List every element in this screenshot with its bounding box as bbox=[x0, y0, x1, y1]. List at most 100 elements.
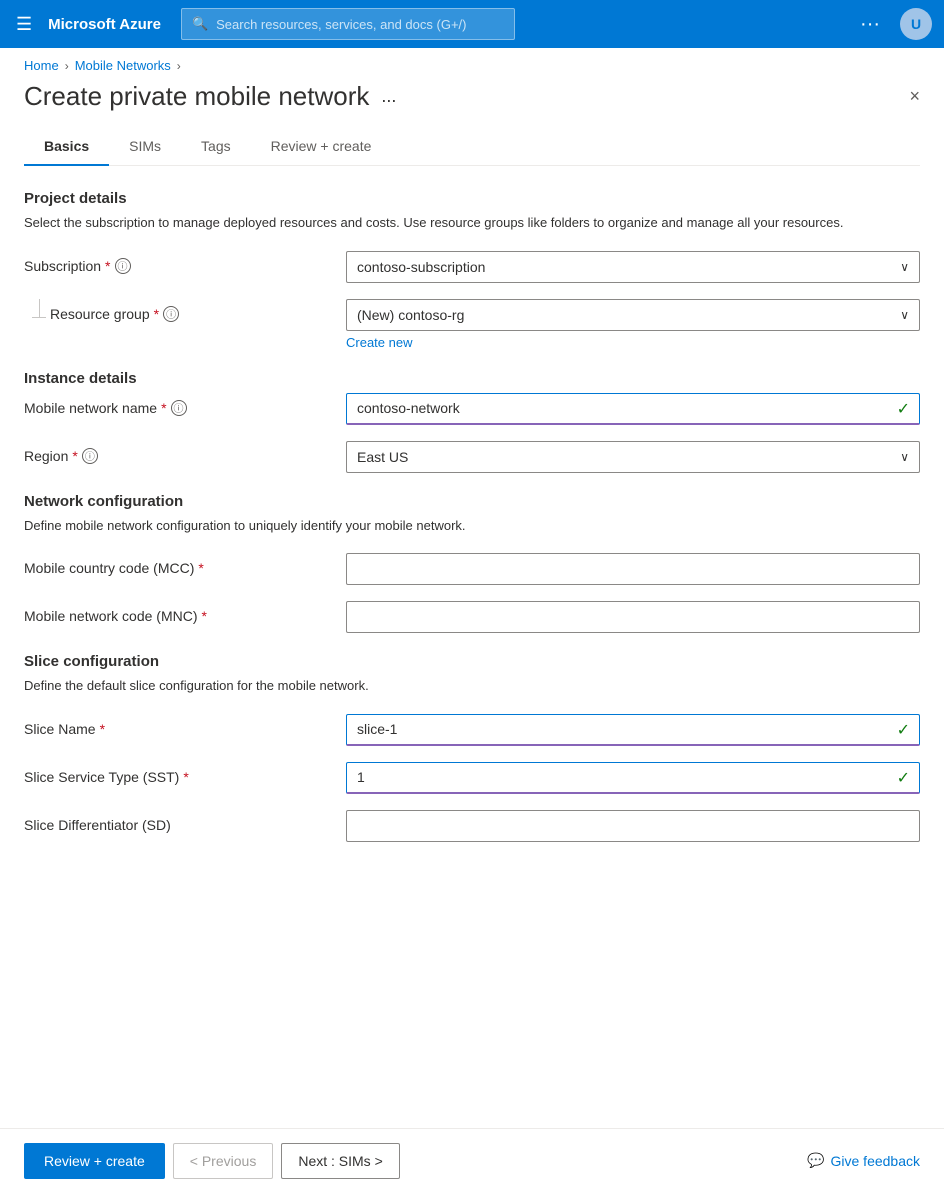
mnc-label-col: Mobile network code (MNC) * bbox=[24, 601, 334, 624]
mcc-label-col: Mobile country code (MCC) * bbox=[24, 553, 334, 576]
mcc-control bbox=[346, 553, 920, 585]
region-dropdown-value: East US bbox=[357, 449, 408, 465]
mnc-required: * bbox=[202, 608, 207, 624]
network-name-input-wrapper: ✓ bbox=[346, 393, 920, 425]
user-avatar[interactable]: U bbox=[900, 8, 932, 40]
region-label: Region bbox=[24, 448, 68, 464]
subscription-label: Subscription bbox=[24, 258, 101, 274]
top-nav: ☰ Microsoft Azure 🔍 ··· U bbox=[0, 0, 944, 48]
previous-button[interactable]: < Previous bbox=[173, 1143, 274, 1179]
slice-name-input-wrapper: ✓ bbox=[346, 714, 920, 746]
slice-config-desc: Define the default slice configuration f… bbox=[24, 676, 920, 696]
page-title: Create private mobile network bbox=[24, 81, 369, 112]
search-input[interactable] bbox=[216, 17, 504, 32]
sd-label-col: Slice Differentiator (SD) bbox=[24, 810, 334, 833]
instance-details-section: Instance details Mobile network name * ⓘ… bbox=[24, 370, 920, 473]
network-config-heading: Network configuration bbox=[24, 493, 920, 510]
network-name-input[interactable] bbox=[346, 393, 920, 425]
network-name-info-icon[interactable]: ⓘ bbox=[171, 400, 187, 416]
slice-name-label-col: Slice Name * bbox=[24, 714, 334, 737]
review-create-button[interactable]: Review + create bbox=[24, 1143, 165, 1179]
network-name-required: * bbox=[161, 400, 166, 416]
resource-group-row: Resource group * ⓘ (New) contoso-rg ∨ Cr… bbox=[24, 299, 920, 350]
sst-required: * bbox=[183, 769, 188, 785]
feedback-label: Give feedback bbox=[831, 1153, 921, 1169]
tab-review-create[interactable]: Review + create bbox=[251, 128, 392, 166]
slice-config-heading: Slice configuration bbox=[24, 653, 920, 670]
network-name-row: Mobile network name * ⓘ ✓ bbox=[24, 393, 920, 425]
create-new-link[interactable]: Create new bbox=[346, 335, 412, 350]
region-dropdown[interactable]: East US ∨ bbox=[346, 441, 920, 473]
region-row: Region * ⓘ East US ∨ bbox=[24, 441, 920, 473]
mcc-row: Mobile country code (MCC) * bbox=[24, 553, 920, 585]
project-details-section: Project details Select the subscription … bbox=[24, 190, 920, 350]
slice-name-control: ✓ bbox=[346, 714, 920, 746]
mcc-label: Mobile country code (MCC) bbox=[24, 560, 194, 576]
slice-name-input[interactable] bbox=[346, 714, 920, 746]
sst-label: Slice Service Type (SST) bbox=[24, 769, 179, 785]
subscription-dropdown-value: contoso-subscription bbox=[357, 259, 485, 275]
network-name-control: ✓ bbox=[346, 393, 920, 425]
resource-group-info-icon[interactable]: ⓘ bbox=[163, 306, 179, 322]
network-name-label: Mobile network name bbox=[24, 400, 157, 416]
breadcrumb-sep-1: › bbox=[65, 59, 69, 73]
resource-group-dropdown[interactable]: (New) contoso-rg ∨ bbox=[346, 299, 920, 331]
sst-label-col: Slice Service Type (SST) * bbox=[24, 762, 334, 785]
region-required: * bbox=[72, 448, 77, 464]
network-config-desc: Define mobile network configuration to u… bbox=[24, 516, 920, 536]
network-name-label-col: Mobile network name * ⓘ bbox=[24, 393, 334, 416]
slice-name-check-icon: ✓ bbox=[897, 720, 910, 740]
mcc-required: * bbox=[198, 560, 203, 576]
breadcrumb-home[interactable]: Home bbox=[24, 58, 59, 73]
mnc-control bbox=[346, 601, 920, 633]
tab-sims[interactable]: SIMs bbox=[109, 128, 181, 166]
next-button[interactable]: Next : SIMs > bbox=[281, 1143, 399, 1179]
sd-input[interactable] bbox=[346, 810, 920, 842]
project-details-heading: Project details bbox=[24, 190, 920, 207]
sst-row: Slice Service Type (SST) * ✓ bbox=[24, 762, 920, 794]
region-label-col: Region * ⓘ bbox=[24, 441, 334, 464]
resource-group-control: (New) contoso-rg ∨ Create new bbox=[346, 299, 920, 350]
sd-row: Slice Differentiator (SD) bbox=[24, 810, 920, 842]
main-content: Basics SIMs Tags Review + create Project… bbox=[0, 128, 944, 1128]
subscription-dropdown-chevron: ∨ bbox=[900, 260, 909, 274]
sst-control: ✓ bbox=[346, 762, 920, 794]
instance-details-heading: Instance details bbox=[24, 370, 920, 387]
subscription-row: Subscription * ⓘ contoso-subscription ∨ bbox=[24, 251, 920, 283]
region-dropdown-chevron: ∨ bbox=[900, 450, 909, 464]
azure-logo: Microsoft Azure bbox=[48, 16, 161, 33]
resource-group-label: Resource group bbox=[50, 306, 150, 322]
subscription-dropdown[interactable]: contoso-subscription ∨ bbox=[346, 251, 920, 283]
hamburger-menu[interactable]: ☰ bbox=[12, 10, 36, 39]
resource-group-dropdown-chevron: ∨ bbox=[900, 308, 909, 322]
give-feedback-button[interactable]: 💬 Give feedback bbox=[807, 1152, 920, 1169]
sst-check-icon: ✓ bbox=[897, 768, 910, 788]
region-info-icon[interactable]: ⓘ bbox=[82, 448, 98, 464]
breadcrumb: Home › Mobile Networks › bbox=[0, 48, 944, 81]
close-button[interactable]: × bbox=[909, 86, 920, 107]
sd-label: Slice Differentiator (SD) bbox=[24, 817, 171, 833]
search-bar[interactable]: 🔍 bbox=[181, 8, 516, 40]
sd-control bbox=[346, 810, 920, 842]
slice-name-row: Slice Name * ✓ bbox=[24, 714, 920, 746]
mnc-input[interactable] bbox=[346, 601, 920, 633]
subscription-info-icon[interactable]: ⓘ bbox=[115, 258, 131, 274]
mnc-row: Mobile network code (MNC) * bbox=[24, 601, 920, 633]
more-options-button[interactable]: ··· bbox=[852, 9, 888, 40]
slice-name-label: Slice Name bbox=[24, 721, 96, 737]
region-control: East US ∨ bbox=[346, 441, 920, 473]
sst-input[interactable] bbox=[346, 762, 920, 794]
tab-tags[interactable]: Tags bbox=[181, 128, 251, 166]
tab-bar: Basics SIMs Tags Review + create bbox=[24, 128, 920, 166]
network-config-section: Network configuration Define mobile netw… bbox=[24, 493, 920, 634]
resource-group-required: * bbox=[154, 306, 159, 322]
tab-basics[interactable]: Basics bbox=[24, 128, 109, 166]
breadcrumb-sep-2: › bbox=[177, 59, 181, 73]
mnc-label: Mobile network code (MNC) bbox=[24, 608, 198, 624]
breadcrumb-mobile-networks[interactable]: Mobile Networks bbox=[75, 58, 171, 73]
page-options-button[interactable]: ... bbox=[381, 86, 396, 107]
mcc-input[interactable] bbox=[346, 553, 920, 585]
slice-name-required: * bbox=[100, 721, 105, 737]
page-title-bar: Create private mobile network ... × bbox=[0, 81, 944, 128]
slice-config-section: Slice configuration Define the default s… bbox=[24, 653, 920, 842]
